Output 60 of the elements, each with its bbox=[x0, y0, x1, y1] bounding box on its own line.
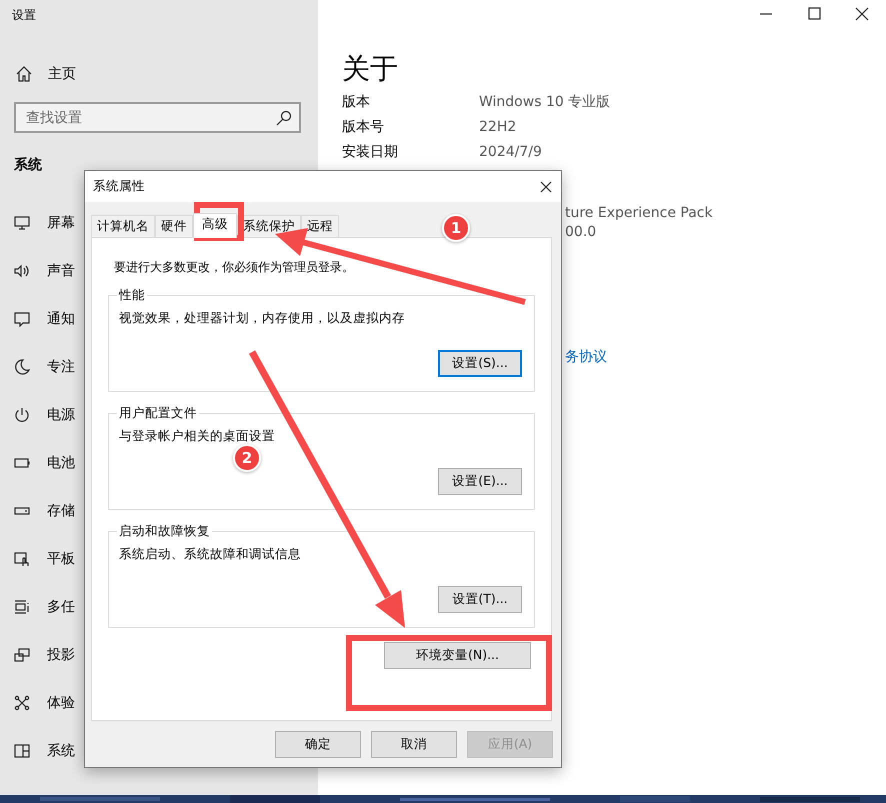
window-title: 设置 bbox=[11, 7, 37, 24]
info-value: 00.0 bbox=[565, 224, 596, 240]
moon-icon bbox=[14, 359, 30, 375]
home-icon bbox=[15, 65, 33, 83]
projector-icon bbox=[14, 647, 30, 663]
nav-link[interactable]: 主页 bbox=[48, 64, 76, 84]
section-heading: 系统 bbox=[14, 156, 43, 175]
close-icon[interactable] bbox=[539, 180, 553, 194]
sidebar-item[interactable]: 通知 bbox=[47, 308, 75, 330]
message-icon bbox=[14, 311, 30, 327]
maximize-icon[interactable] bbox=[806, 6, 822, 22]
info-value: 22H2 bbox=[479, 118, 516, 137]
tab[interactable]: 硬件 bbox=[155, 215, 193, 237]
sidebar-item[interactable]: 存储 bbox=[47, 500, 75, 522]
sidebar-item[interactable]: 投影 bbox=[47, 644, 75, 666]
settings-button[interactable]: 设置(T)... bbox=[438, 586, 522, 613]
info-label: 版本 bbox=[342, 93, 371, 112]
speaker-icon bbox=[14, 263, 30, 279]
layout-icon bbox=[14, 743, 30, 759]
sidebar-item[interactable]: 平板 bbox=[47, 548, 75, 570]
environment-variables-button[interactable]: 环境变量(N)... bbox=[384, 642, 531, 669]
tab[interactable]: 计算机名 bbox=[91, 215, 155, 237]
sidebar-item[interactable]: 电池 bbox=[47, 452, 75, 474]
settings-button[interactable]: 设置(S)... bbox=[438, 350, 522, 377]
settings-button[interactable]: 设置(E)... bbox=[438, 468, 522, 495]
info-value: Windows 10 专业版 bbox=[479, 93, 610, 112]
close-icon[interactable] bbox=[854, 6, 870, 22]
sidebar-item[interactable]: 声音 bbox=[47, 260, 75, 282]
power-icon bbox=[14, 407, 30, 423]
search-icon bbox=[276, 110, 292, 126]
dialog-button[interactable]: 取消 bbox=[371, 731, 457, 758]
group-description: 系统启动、系统故障和调试信息 bbox=[119, 546, 302, 562]
tablet-icon bbox=[14, 551, 30, 567]
dialog-button[interactable]: 确定 bbox=[275, 731, 361, 758]
sidebar-item[interactable]: 屏幕 bbox=[47, 212, 75, 234]
info-value: ture Experience Pack bbox=[565, 205, 713, 221]
info-value: 2024/7/9 bbox=[479, 143, 542, 162]
group-label: 启动和故障恢复 bbox=[118, 524, 211, 538]
nodes-icon bbox=[14, 695, 30, 711]
group-label: 性能 bbox=[118, 288, 146, 302]
link[interactable]: 务协议 bbox=[565, 349, 607, 365]
sidebar-item[interactable]: 专注 bbox=[47, 356, 75, 378]
highlight-frame bbox=[194, 202, 244, 241]
group-description: 与登录帐户相关的桌面设置 bbox=[119, 428, 276, 444]
sidebar-item[interactable]: 电源 bbox=[47, 404, 75, 426]
dialog-title: 系统属性 bbox=[93, 177, 145, 196]
info-label: 安装日期 bbox=[342, 143, 399, 162]
sidebar-item[interactable]: 系统 bbox=[47, 740, 75, 762]
notice-text: 要进行大多数更改，你必须作为管理员登录。 bbox=[114, 259, 355, 276]
group-label: 用户配置文件 bbox=[118, 406, 198, 420]
tab[interactable]: 高级 bbox=[193, 213, 237, 238]
tab[interactable]: 远程 bbox=[301, 215, 339, 237]
sidebar-item[interactable]: 多任 bbox=[47, 596, 75, 618]
search-field[interactable]: 查找设置 bbox=[14, 102, 301, 133]
group-description: 视觉效果，处理器计划，内存使用，以及虚拟内存 bbox=[119, 310, 406, 326]
multitask-icon bbox=[14, 599, 30, 615]
sidebar-item[interactable]: 体验 bbox=[47, 692, 75, 714]
page-heading: 关于 bbox=[342, 52, 399, 86]
display-icon bbox=[14, 215, 30, 231]
info-label: 版本号 bbox=[342, 118, 385, 137]
